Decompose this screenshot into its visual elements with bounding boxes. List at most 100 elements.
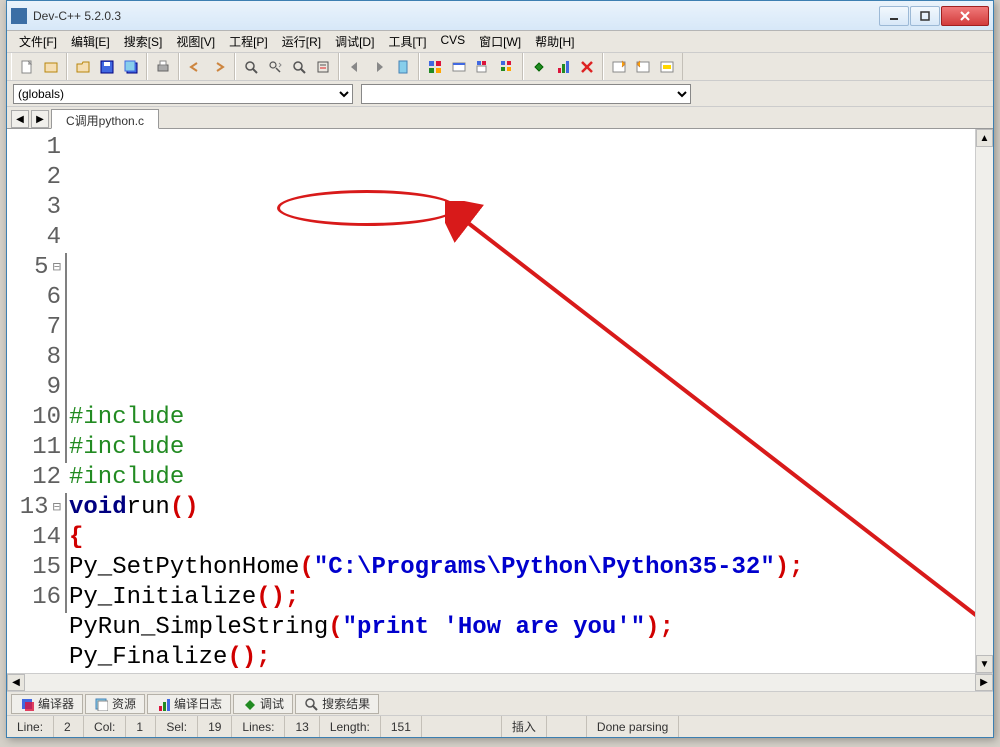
profile-button[interactable]: [552, 56, 574, 78]
output-tab-label: 编译器: [38, 695, 74, 712]
tab-icon: [94, 697, 108, 711]
app-window: Dev-C++ 5.2.0.3 文件[F]编辑[E]搜索[S]视图[V]工程[P…: [6, 0, 994, 738]
stop-button[interactable]: [576, 56, 598, 78]
replace-button[interactable]: [264, 56, 286, 78]
print-button[interactable]: [152, 56, 174, 78]
tab-icon: [304, 697, 318, 711]
line-number: 2: [7, 163, 61, 193]
code-line[interactable]: void run(): [69, 493, 975, 523]
editor-tabstrip: ◀ ▶ C调用python.c: [7, 107, 993, 129]
code-line[interactable]: Py_SetPythonHome("C:\Programs\Python\Pyt…: [69, 553, 975, 583]
annotation-circle: [277, 190, 457, 226]
menu-item[interactable]: 编辑[E]: [65, 31, 116, 52]
code-editor[interactable]: 12345⊟678910111213⊟141516 #include #incl…: [7, 129, 993, 673]
code-line[interactable]: PyRun_SimpleString("print 'How are you'"…: [69, 613, 975, 643]
output-tab[interactable]: 搜索结果: [295, 694, 379, 714]
line-number: 11: [7, 433, 61, 463]
open-button[interactable]: [72, 56, 94, 78]
scroll-up-arrow[interactable]: ▲: [976, 129, 993, 147]
code-line[interactable]: #include: [69, 433, 975, 463]
tab-icon: [20, 697, 34, 711]
line-number: 1: [7, 133, 61, 163]
code-area[interactable]: #include #include #include void run(){ P…: [65, 129, 975, 673]
forward-button[interactable]: [368, 56, 390, 78]
compile-button[interactable]: [424, 56, 446, 78]
code-line[interactable]: Py_Initialize();: [69, 583, 975, 613]
close-button[interactable]: [941, 6, 989, 26]
window-title: Dev-C++ 5.2.0.3: [33, 9, 878, 23]
fold-toggle-icon[interactable]: ⊟: [53, 493, 61, 523]
line-number: 4: [7, 223, 61, 253]
code-line[interactable]: #include: [69, 403, 975, 433]
output-tab[interactable]: 编译日志: [147, 694, 231, 714]
editor-scrollbar-horizontal[interactable]: ◀ ▶: [7, 673, 993, 691]
bookmark-button[interactable]: [392, 56, 414, 78]
line-number: 8: [7, 343, 61, 373]
scroll-right-arrow[interactable]: ▶: [975, 674, 993, 691]
status-insert-mode: 插入: [502, 716, 547, 737]
scroll-left-arrow[interactable]: ◀: [7, 674, 25, 691]
line-number: 13⊟: [7, 493, 61, 523]
code-line[interactable]: {: [69, 523, 975, 553]
goto-line-button[interactable]: [312, 56, 334, 78]
main-toolbar: [7, 53, 993, 81]
menu-item[interactable]: 文件[F]: [13, 31, 63, 52]
line-number: 3: [7, 193, 61, 223]
menu-item[interactable]: 工程[P]: [223, 31, 274, 52]
rebuild-button[interactable]: [496, 56, 518, 78]
editor-scrollbar-vertical[interactable]: ▲ ▼: [975, 129, 993, 673]
status-lines-label: Lines:: [232, 716, 285, 737]
status-line-value: 2: [54, 716, 84, 737]
output-tab-label: 资源: [112, 695, 136, 712]
status-lines-value: 13: [285, 716, 319, 737]
menu-item[interactable]: 视图[V]: [170, 31, 221, 52]
line-number: 14: [7, 523, 61, 553]
tab-scroll-right[interactable]: ▶: [31, 110, 49, 128]
options-button[interactable]: [656, 56, 678, 78]
tab-scroll-left[interactable]: ◀: [11, 110, 29, 128]
compile-run-button[interactable]: [472, 56, 494, 78]
globals-dropdown[interactable]: (globals): [13, 84, 353, 104]
menu-item[interactable]: CVS: [434, 31, 471, 52]
line-number: 5⊟: [7, 253, 61, 283]
status-line-label: Line:: [7, 716, 54, 737]
maximize-button[interactable]: [910, 6, 940, 26]
find-again-button[interactable]: [288, 56, 310, 78]
code-line[interactable]: #include: [69, 463, 975, 493]
output-tab[interactable]: 编译器: [11, 694, 83, 714]
members-dropdown[interactable]: [361, 84, 691, 104]
debug-button[interactable]: [528, 56, 550, 78]
save-all-button[interactable]: [120, 56, 142, 78]
back-button[interactable]: [344, 56, 366, 78]
app-icon: [11, 8, 27, 24]
code-line[interactable]: Py_Finalize();: [69, 643, 975, 673]
new-project-button[interactable]: [40, 56, 62, 78]
output-tab[interactable]: 调试: [233, 694, 293, 714]
menu-item[interactable]: 运行[R]: [276, 31, 327, 52]
status-col-value: 1: [126, 716, 156, 737]
redo-button[interactable]: [208, 56, 230, 78]
status-sel-value: 19: [198, 716, 232, 737]
line-number: 9: [7, 373, 61, 403]
undo-button[interactable]: [184, 56, 206, 78]
line-number: 12: [7, 463, 61, 493]
menu-bar: 文件[F]编辑[E]搜索[S]视图[V]工程[P]运行[R]调试[D]工具[T]…: [7, 31, 993, 53]
run-button[interactable]: [448, 56, 470, 78]
find-button[interactable]: [240, 56, 262, 78]
menu-item[interactable]: 帮助[H]: [529, 31, 580, 52]
menu-item[interactable]: 搜索[S]: [118, 31, 169, 52]
scroll-down-arrow[interactable]: ▼: [976, 655, 993, 673]
close-window-button[interactable]: [632, 56, 654, 78]
line-number: 6: [7, 283, 61, 313]
fold-toggle-icon[interactable]: ⊟: [53, 253, 61, 283]
menu-item[interactable]: 调试[D]: [329, 31, 380, 52]
minimize-button[interactable]: [879, 6, 909, 26]
save-button[interactable]: [96, 56, 118, 78]
new-file-button[interactable]: [16, 56, 38, 78]
output-tab[interactable]: 资源: [85, 694, 145, 714]
editor-tab[interactable]: C调用python.c: [51, 109, 159, 129]
menu-item[interactable]: 窗口[W]: [473, 31, 527, 52]
new-window-button[interactable]: [608, 56, 630, 78]
menu-item[interactable]: 工具[T]: [382, 31, 432, 52]
status-length-value: 151: [381, 716, 422, 737]
